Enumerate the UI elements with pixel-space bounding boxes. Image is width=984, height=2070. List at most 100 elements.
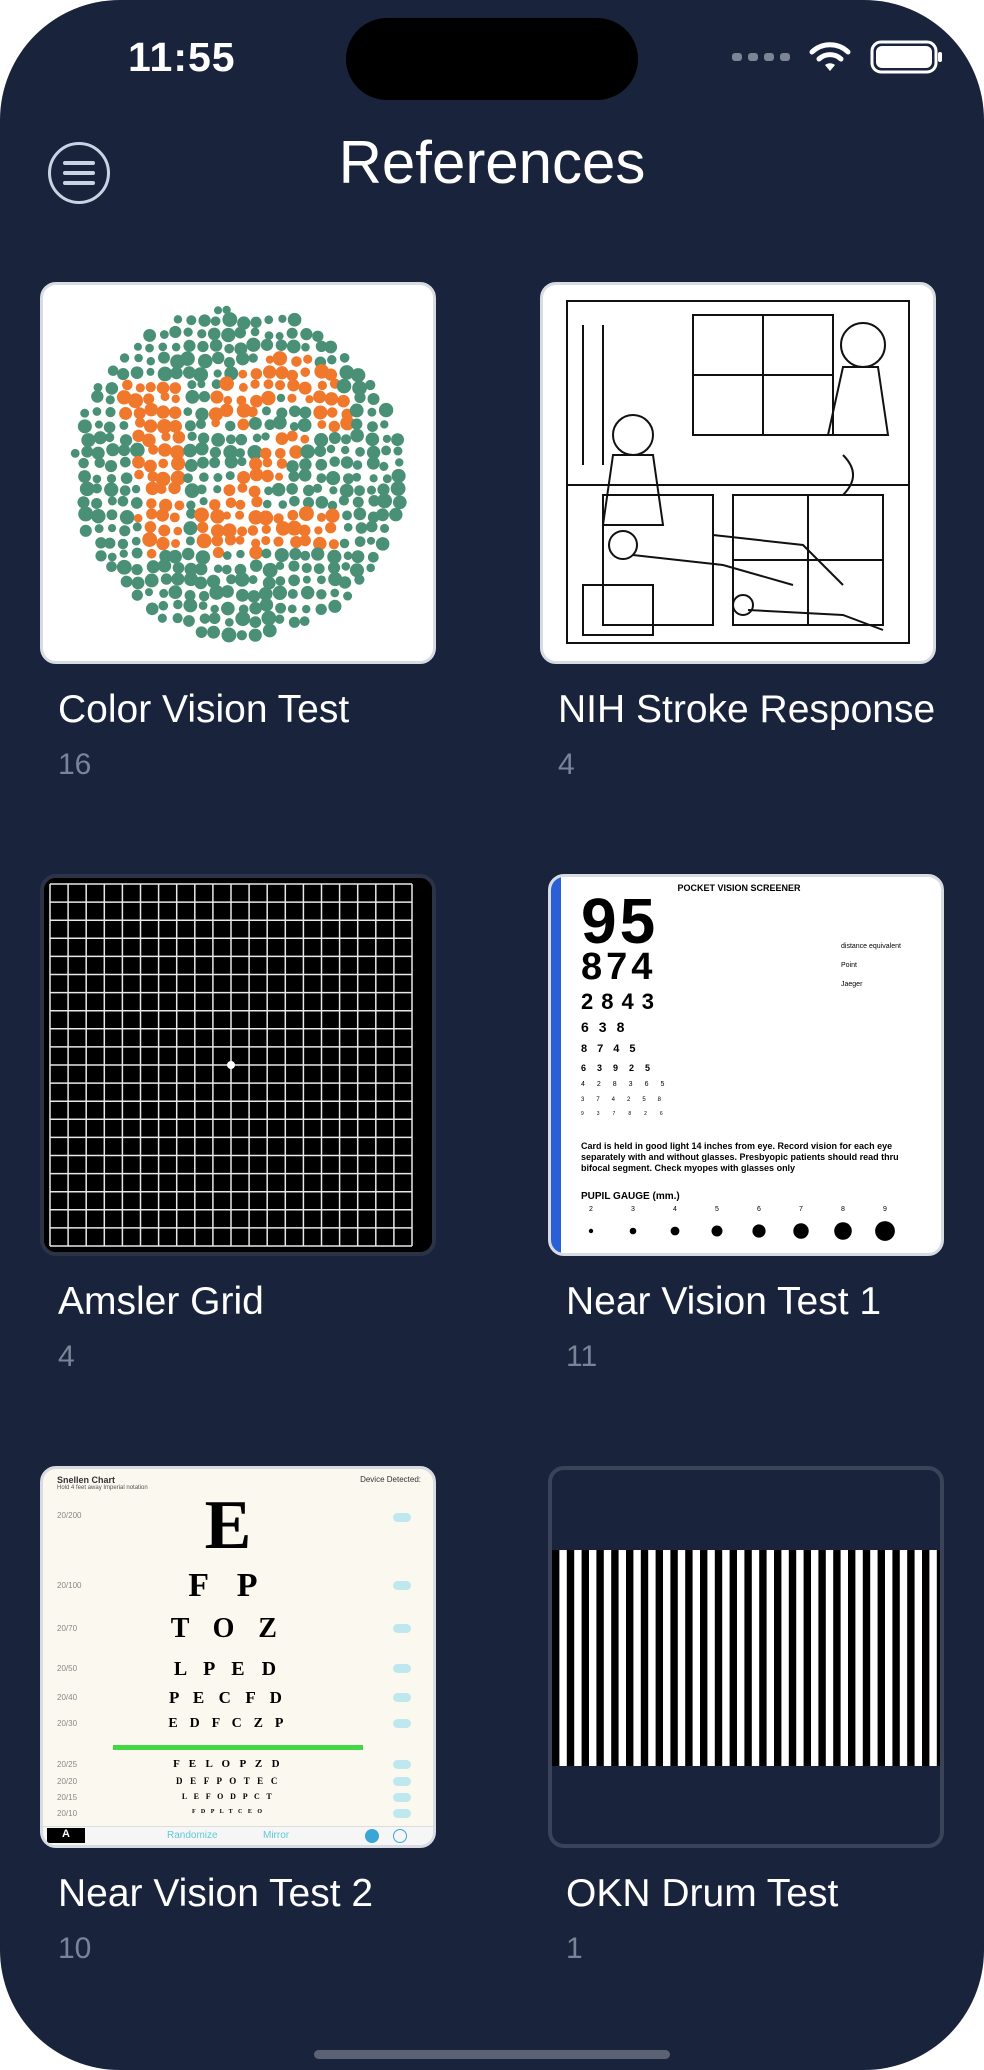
okn-stripe bbox=[936, 1550, 940, 1766]
plate-dot bbox=[337, 394, 350, 408]
card-count: 1 bbox=[566, 1932, 583, 1965]
okn-stripe bbox=[566, 1550, 575, 1766]
plate-dot bbox=[131, 589, 143, 601]
snellen-letters: F D P L T C E O bbox=[191, 1809, 265, 1815]
plate-dot bbox=[315, 603, 327, 616]
plate-dot bbox=[222, 551, 232, 560]
row-toggle-icon bbox=[393, 1719, 411, 1728]
plate-dot bbox=[367, 421, 378, 432]
plate-dot bbox=[142, 532, 158, 547]
plate-dot bbox=[145, 343, 154, 353]
plate-dot bbox=[300, 585, 315, 600]
plate-dot bbox=[261, 610, 277, 626]
plate-dot bbox=[272, 585, 288, 600]
plate-dot bbox=[234, 326, 247, 339]
plate-dot bbox=[342, 510, 352, 521]
home-indicator bbox=[314, 2050, 670, 2059]
snellen-letters: F P bbox=[188, 1567, 268, 1604]
plate-dot bbox=[223, 356, 235, 368]
plate-dot bbox=[104, 537, 116, 549]
plate-dot bbox=[185, 536, 195, 546]
plate-dot bbox=[183, 443, 197, 458]
okn-stripe bbox=[877, 1550, 885, 1766]
plate-dot bbox=[221, 627, 237, 643]
plate-dot bbox=[316, 589, 327, 600]
plate-dot bbox=[223, 395, 233, 405]
plate-dot bbox=[287, 604, 297, 614]
plate-dot bbox=[81, 433, 96, 448]
plate-dot bbox=[225, 497, 237, 509]
plate-dot bbox=[315, 496, 329, 509]
plate-dot bbox=[235, 499, 246, 510]
plate-dot bbox=[104, 482, 119, 497]
plate-dot bbox=[105, 395, 115, 405]
card-title: OKN Drum Test bbox=[566, 1872, 839, 1915]
plate-dot bbox=[366, 563, 376, 573]
plate-dot bbox=[225, 471, 235, 481]
plate-dot bbox=[219, 376, 234, 391]
chart-row: 874 bbox=[581, 946, 657, 988]
plate-dot bbox=[355, 446, 365, 457]
plate-dot bbox=[134, 417, 146, 428]
plate-dot bbox=[198, 601, 208, 610]
plate-dot bbox=[375, 537, 390, 551]
card-count: 10 bbox=[58, 1932, 92, 1965]
plate-dot bbox=[146, 367, 155, 376]
plate-dot bbox=[213, 369, 222, 378]
plate-dot bbox=[261, 406, 272, 416]
plate-dot bbox=[301, 342, 310, 352]
plate-dot bbox=[235, 510, 245, 520]
plate-dot bbox=[131, 563, 143, 576]
plate-dot bbox=[92, 474, 102, 484]
plate-dot bbox=[161, 432, 171, 442]
plate-dot bbox=[261, 548, 272, 559]
plate-dot bbox=[261, 524, 271, 534]
plate-dot bbox=[315, 458, 328, 471]
plate-dot bbox=[157, 613, 167, 623]
chart-row: 937826 bbox=[581, 1111, 676, 1117]
plate-dot bbox=[314, 526, 323, 535]
plate-dot bbox=[146, 357, 156, 366]
plate-dot bbox=[77, 419, 92, 434]
plate-dot bbox=[156, 381, 170, 395]
plate-dot bbox=[183, 473, 193, 484]
plate-dot bbox=[134, 353, 143, 363]
plate-dot bbox=[135, 383, 145, 393]
chart-row: 95 bbox=[581, 885, 659, 957]
plate-dot bbox=[224, 455, 238, 469]
plate-dot bbox=[328, 420, 341, 433]
plate-dot bbox=[324, 392, 339, 406]
plate-dot bbox=[195, 550, 211, 565]
snellen-ratio: 20/15 bbox=[57, 1793, 78, 1802]
snellen-ratio: 20/50 bbox=[57, 1664, 78, 1673]
okn-stripe bbox=[552, 1550, 560, 1766]
plate-dot bbox=[171, 539, 181, 548]
okn-stripe bbox=[640, 1550, 649, 1766]
plate-dot bbox=[119, 456, 131, 468]
snellen-ratio: 20/10 bbox=[57, 1809, 78, 1818]
plate-dot bbox=[160, 392, 170, 402]
plate-dot bbox=[366, 520, 378, 533]
plate-dot bbox=[289, 405, 301, 418]
plate-dot bbox=[168, 481, 181, 495]
plate-dot bbox=[258, 510, 274, 526]
plate-dot bbox=[328, 539, 339, 550]
plate-dot bbox=[271, 482, 286, 497]
plate-dot bbox=[225, 434, 236, 445]
plate-dot bbox=[274, 447, 286, 459]
snellen-letters: E bbox=[204, 1487, 252, 1564]
plate-dot bbox=[327, 355, 337, 365]
okn-stripe bbox=[700, 1550, 708, 1766]
plate-dot bbox=[300, 367, 311, 377]
plate-dot bbox=[259, 447, 272, 460]
plate-dot bbox=[313, 405, 328, 420]
plate-dot bbox=[116, 559, 132, 575]
plate-dot bbox=[275, 576, 286, 586]
plate-dot bbox=[144, 459, 157, 473]
plate-dot bbox=[298, 468, 312, 482]
plate-dot bbox=[312, 483, 323, 493]
plate-dot bbox=[106, 474, 117, 484]
plate-dot bbox=[237, 470, 251, 484]
plate-dot bbox=[380, 420, 389, 429]
plate-dot bbox=[107, 365, 119, 377]
